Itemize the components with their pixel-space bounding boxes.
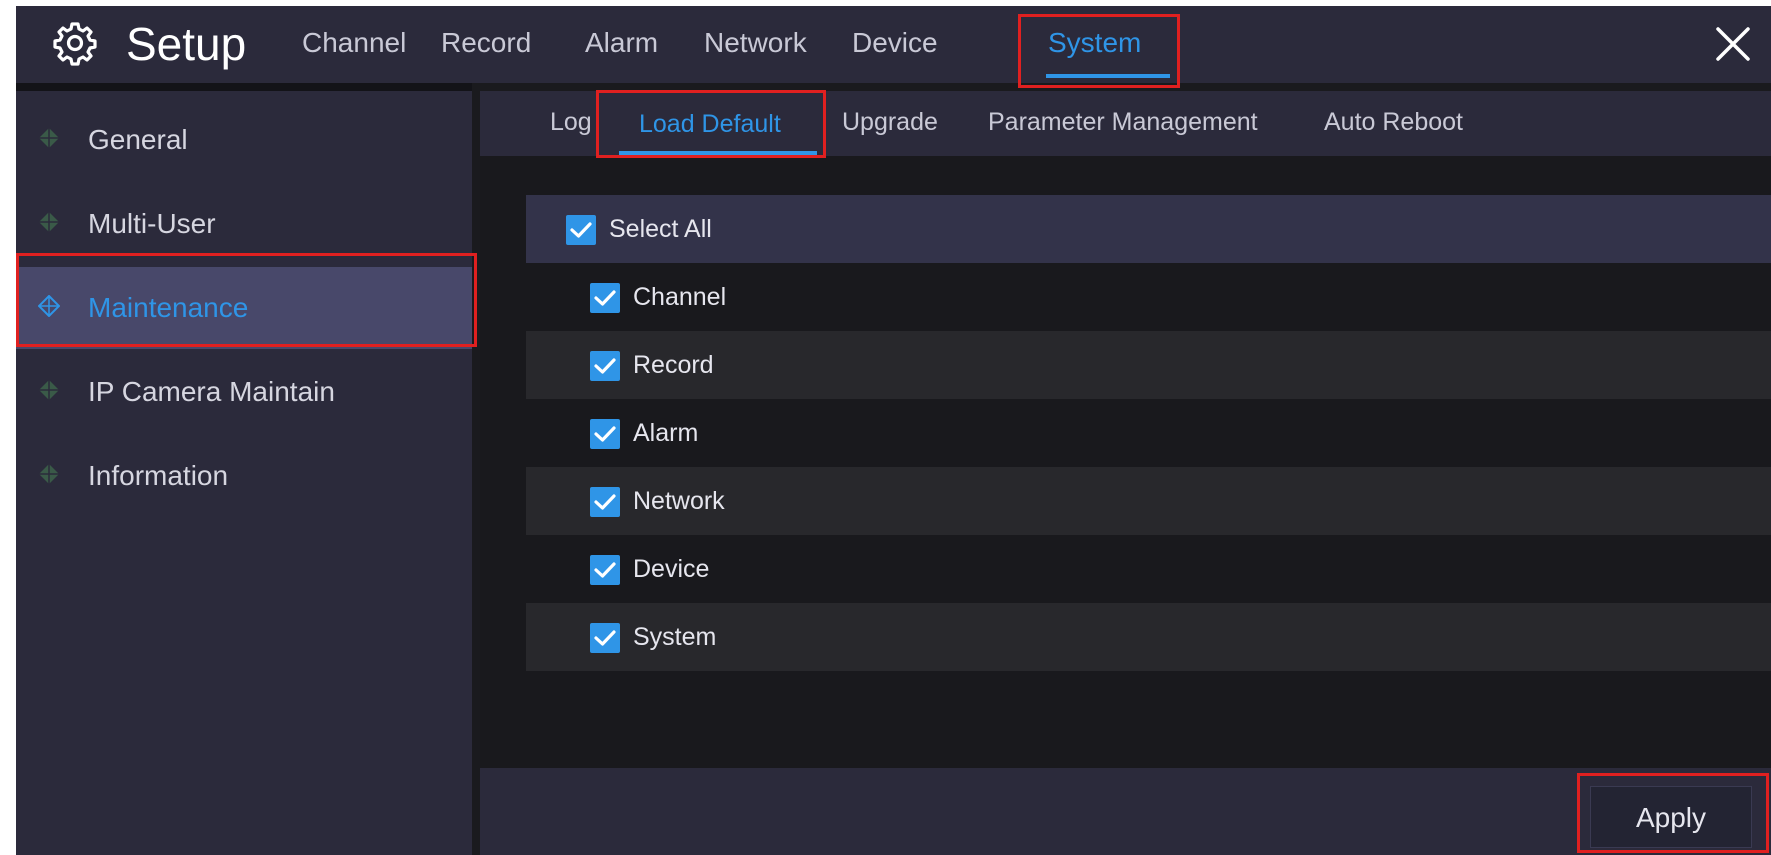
- sidebar-item-label: IP Camera Maintain: [88, 376, 335, 407]
- close-icon[interactable]: [1713, 24, 1753, 64]
- sidebar-item-label: Information: [88, 460, 229, 491]
- diamond-icon: [38, 127, 60, 149]
- system-checkbox[interactable]: [590, 623, 620, 653]
- tab-network[interactable]: Network: [704, 26, 807, 60]
- tab-channel[interactable]: Channel: [302, 26, 406, 60]
- item-label: Device: [633, 555, 710, 583]
- device-checkbox[interactable]: [590, 555, 620, 585]
- sidebar-item-label: Maintenance: [88, 292, 249, 323]
- diamond-icon: [38, 463, 60, 485]
- select-all-row: Select All: [526, 195, 1771, 263]
- page-title: Setup: [126, 18, 247, 70]
- network-checkbox[interactable]: [590, 487, 620, 517]
- record-checkbox[interactable]: [590, 351, 620, 381]
- diamond-icon: [38, 379, 60, 401]
- sidebar-divider: [16, 83, 472, 91]
- sidebar-item-label: General: [88, 124, 188, 155]
- sidebar-item-maintenance[interactable]: Maintenance: [16, 267, 472, 349]
- diamond-icon: [38, 211, 60, 233]
- list-item: Channel: [526, 263, 1771, 331]
- list-item: System: [526, 603, 1771, 671]
- tab-device[interactable]: Device: [852, 26, 938, 60]
- sidebar-item-information[interactable]: Information: [16, 435, 472, 517]
- setup-window: Setup Channel Record Alarm Network Devic…: [16, 6, 1771, 855]
- select-all-checkbox[interactable]: [566, 215, 596, 245]
- list-item: Network: [526, 467, 1771, 535]
- channel-checkbox[interactable]: [590, 283, 620, 313]
- select-all-label: Select All: [609, 215, 712, 243]
- tab-record[interactable]: Record: [441, 26, 531, 60]
- sidebar-item-label: Multi-User: [88, 208, 216, 239]
- item-label: System: [633, 623, 717, 651]
- alarm-checkbox[interactable]: [590, 419, 620, 449]
- item-label: Network: [633, 487, 725, 515]
- footer-bar: [480, 768, 1771, 855]
- active-tab-indicator: [1046, 74, 1170, 78]
- active-subtab-indicator: [619, 151, 817, 155]
- gear-icon: [52, 20, 98, 66]
- tab-system[interactable]: System: [1048, 26, 1141, 60]
- top-navigation-bar: Setup Channel Record Alarm Network Devic…: [16, 6, 1771, 83]
- tab-alarm[interactable]: Alarm: [585, 26, 658, 60]
- apply-button[interactable]: Apply: [1590, 786, 1752, 848]
- subtab-upgrade[interactable]: Upgrade: [842, 107, 938, 137]
- subtab-load-default[interactable]: Load Default: [639, 109, 781, 139]
- sidebar-item-multi-user[interactable]: Multi-User: [16, 183, 472, 265]
- item-label: Record: [633, 351, 714, 379]
- item-label: Channel: [633, 283, 727, 311]
- list-item: Device: [526, 535, 1771, 603]
- subtab-auto-reboot[interactable]: Auto Reboot: [1324, 107, 1463, 137]
- item-label: Alarm: [633, 419, 699, 447]
- sidebar-item-general[interactable]: General: [16, 99, 472, 181]
- subtab-parameter-management[interactable]: Parameter Management: [988, 107, 1258, 137]
- list-item: Record: [526, 331, 1771, 399]
- diamond-icon: [37, 294, 61, 318]
- subtab-log[interactable]: Log: [550, 107, 592, 137]
- sub-tab-bar: Log Load Default Upgrade Parameter Manag…: [480, 91, 1771, 156]
- sidebar-item-ip-camera-maintain[interactable]: IP Camera Maintain: [16, 351, 472, 433]
- list-item: Alarm: [526, 399, 1771, 467]
